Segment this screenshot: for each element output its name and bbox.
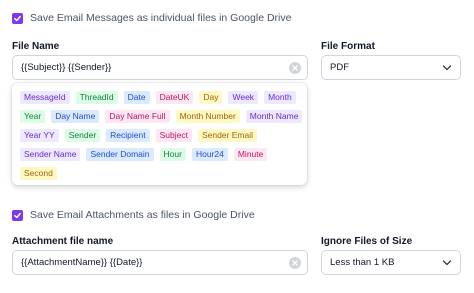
file-format-label: File Format: [321, 41, 375, 52]
token-dropdown: MessageId ThreadId Date DateUK Day Week Month Y…: [12, 83, 307, 185]
save-attachments-checkbox[interactable]: [12, 209, 23, 221]
chevron-down-icon: [442, 260, 452, 266]
token-row: Sender Name Sender Domain Hour Hour24 Minute: [20, 148, 299, 161]
checkmark-icon: [14, 212, 21, 218]
token-chip[interactable]: MessageId: [20, 91, 70, 104]
token-chip[interactable]: Sender Domain: [86, 148, 154, 161]
ignore-size-label: Ignore Files of Size: [321, 236, 413, 247]
file-format-value: PDF: [330, 62, 349, 73]
save-attachments-row[interactable]: Save Email Attachments as files in Googl…: [12, 209, 255, 221]
checkmark-icon: [14, 15, 21, 21]
file-name-label: File Name: [12, 41, 60, 52]
clear-icon[interactable]: [289, 62, 301, 74]
attachment-name-label: Attachment file name: [12, 236, 114, 247]
token-chip[interactable]: Year YY: [20, 129, 59, 142]
token-chip[interactable]: DateUK: [155, 91, 194, 104]
save-messages-checkbox[interactable]: [12, 12, 23, 24]
token-row: Year YY Sender Recipient Subject Sender Emai…: [20, 129, 299, 142]
token-chip[interactable]: Month Number: [175, 110, 240, 123]
token-chip[interactable]: Subject: [155, 129, 192, 142]
token-chip[interactable]: Day Name Full: [105, 110, 170, 123]
file-format-select[interactable]: PDF: [321, 55, 461, 80]
ignore-size-value: Less than 1 KB: [330, 257, 395, 268]
token-chip[interactable]: Hour24: [191, 148, 228, 161]
token-chip[interactable]: Month: [264, 91, 296, 104]
save-attachments-label: Save Email Attachments as files in Googl…: [30, 209, 255, 221]
file-name-value: {{Subject}} {{Sender}}: [21, 62, 112, 73]
token-chip[interactable]: ThreadId: [75, 91, 118, 104]
token-row: MessageId ThreadId Date DateUK Day Week Month: [20, 91, 299, 104]
attachment-name-value: {{AttachmentName}} {{Date}}: [21, 257, 143, 268]
token-chip[interactable]: Minute: [233, 148, 268, 161]
token-chip[interactable]: Hour: [159, 148, 186, 161]
token-chip[interactable]: Week: [228, 91, 259, 104]
token-chip[interactable]: Sender Email: [197, 129, 257, 142]
token-row: Year Day Name Day Name Full Month Number Mon…: [20, 110, 303, 123]
token-chip[interactable]: Sender Name: [20, 148, 81, 161]
chevron-down-icon: [442, 65, 452, 71]
token-chip[interactable]: Second: [20, 167, 57, 180]
token-chip[interactable]: Day Name: [51, 110, 100, 123]
token-row: Second: [20, 167, 299, 180]
token-chip[interactable]: Year: [20, 110, 46, 123]
token-chip[interactable]: Day: [199, 91, 223, 104]
save-messages-row[interactable]: Save Email Messages as individual files …: [12, 12, 291, 24]
token-chip[interactable]: Recipient: [106, 129, 150, 142]
clear-icon[interactable]: [289, 257, 301, 269]
save-messages-label: Save Email Messages as individual files …: [30, 12, 292, 24]
ignore-size-select[interactable]: Less than 1 KB: [321, 250, 461, 275]
attachment-name-input[interactable]: {{AttachmentName}} {{Date}}: [12, 250, 308, 275]
token-chip[interactable]: Month Name: [245, 110, 303, 123]
token-chip[interactable]: Date: [123, 91, 150, 104]
token-chip[interactable]: Sender: [64, 129, 101, 142]
file-name-input[interactable]: {{Subject}} {{Sender}}: [12, 55, 308, 80]
